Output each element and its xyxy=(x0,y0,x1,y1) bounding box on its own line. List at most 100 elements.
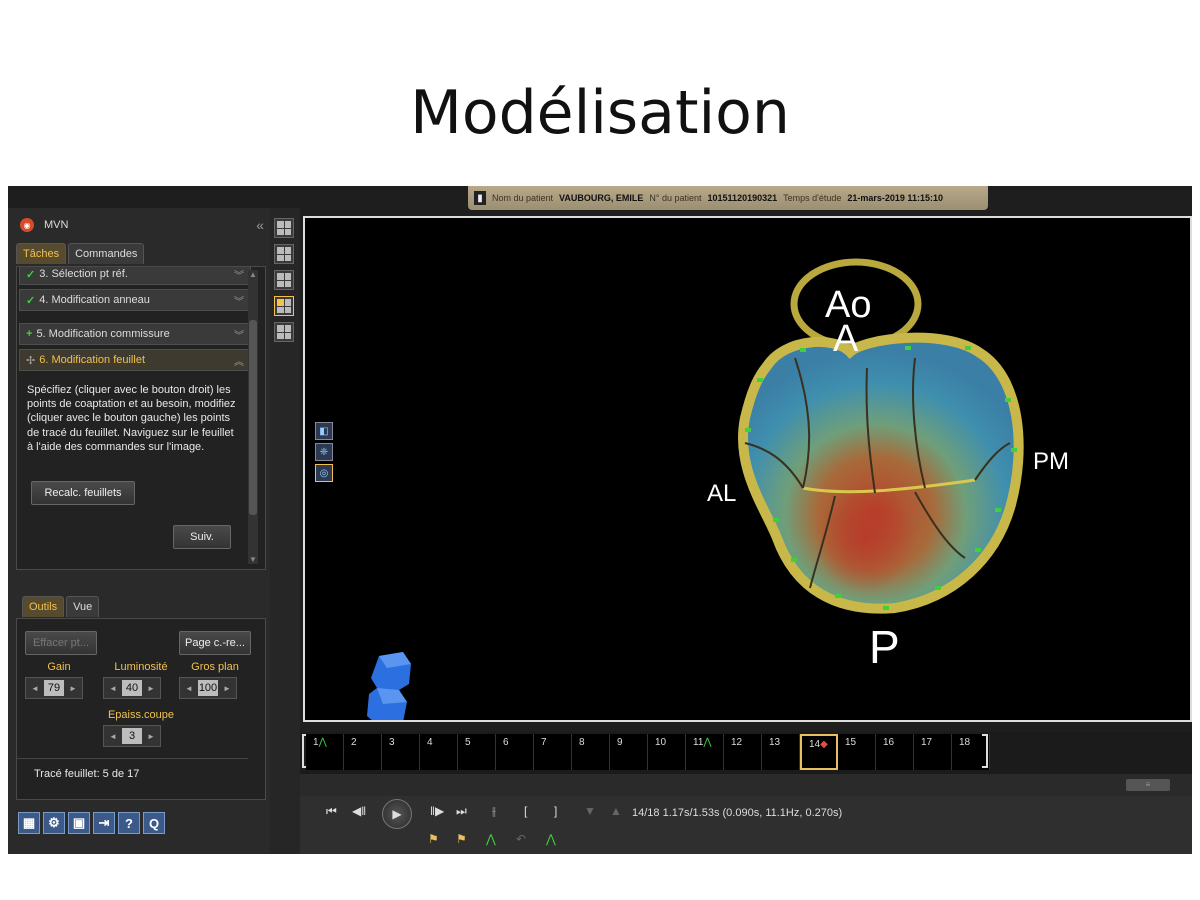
scroll-down-icon[interactable]: ▼ xyxy=(249,555,257,564)
patient-icon[interactable]: ▮ xyxy=(474,191,486,205)
tab-commandes[interactable]: Commandes xyxy=(68,243,145,264)
search-icon[interactable]: Q xyxy=(143,812,165,834)
layout-grid-icon[interactable] xyxy=(274,244,294,264)
gain-value[interactable]: 79 xyxy=(44,680,64,696)
next-frame-icon[interactable]: ‖▶ xyxy=(430,804,444,818)
frame-13[interactable]: 13 xyxy=(762,734,800,770)
increment-icon[interactable]: ► xyxy=(218,684,236,693)
table-icon[interactable] xyxy=(274,322,294,342)
panel-title: MVN xyxy=(44,219,69,231)
layout-single-icon[interactable] xyxy=(274,296,294,316)
next-button[interactable]: Suiv. xyxy=(173,525,231,549)
flag-end-icon[interactable]: ⚑ xyxy=(456,832,467,846)
gain-stepper[interactable]: ◄ 79 ► xyxy=(25,677,83,699)
frame-14[interactable]: 14◆ xyxy=(800,734,838,770)
frame-number: 2 xyxy=(351,737,357,748)
label-p: P xyxy=(869,621,900,673)
loop-icon[interactable]: ⫲ xyxy=(492,804,496,819)
decrement-icon[interactable]: ◄ xyxy=(104,684,122,693)
scrub-bar[interactable]: ≡ xyxy=(300,774,1192,796)
tasks-scrollbar[interactable]: ▲ ▼ xyxy=(248,270,258,564)
frame-number: 10 xyxy=(655,737,667,748)
layout-grid-icon[interactable] xyxy=(274,218,294,238)
help-icon[interactable]: ? xyxy=(118,812,140,834)
task-item-leaflet[interactable]: ✢ 6. Modification feuillet ︽ xyxy=(19,349,251,371)
undo-icon[interactable]: ↶ xyxy=(516,832,526,846)
frame-number: 15 xyxy=(845,737,857,748)
flag-start-icon[interactable]: ⚑ xyxy=(428,832,439,846)
frame-9[interactable]: 9 xyxy=(610,734,648,770)
frame-8[interactable]: 8 xyxy=(572,734,610,770)
brightness-stepper[interactable]: ◄ 40 ► xyxy=(103,677,161,699)
plus-icon: + xyxy=(26,328,33,340)
save-icon[interactable]: ▣ xyxy=(68,812,90,834)
frame-number: 9 xyxy=(617,737,623,748)
decrement-icon[interactable]: ◄ xyxy=(104,732,122,741)
settings-icon[interactable]: ⚙ xyxy=(43,812,65,834)
frame-17[interactable]: 17 xyxy=(914,734,952,770)
zoom-stepper[interactable]: ◄ 100 ► xyxy=(179,677,237,699)
mark-end-icon[interactable]: ] xyxy=(554,804,557,818)
increment-icon[interactable]: ► xyxy=(142,732,160,741)
film-icon[interactable]: ▦ xyxy=(18,812,40,834)
task-item-annulus[interactable]: ✓ 4. Modification anneau ︾ xyxy=(19,289,251,311)
tab-taches[interactable]: Tâches xyxy=(16,243,67,264)
mark-start-icon[interactable]: [ xyxy=(524,804,527,818)
thickness-stepper[interactable]: ◄ 3 ► xyxy=(103,725,161,747)
divider xyxy=(16,758,248,759)
thickness-value[interactable]: 3 xyxy=(122,728,142,744)
frame-4[interactable]: 4 xyxy=(420,734,458,770)
tab-outils[interactable]: Outils xyxy=(22,596,65,617)
down-arrow-icon[interactable]: ▼ xyxy=(584,804,596,818)
timeline-end-bracket[interactable] xyxy=(982,734,988,768)
play-button[interactable]: ▶ xyxy=(382,799,412,829)
frame-6[interactable]: 6 xyxy=(496,734,534,770)
recalc-leaflets-button[interactable]: Recalc. feuillets xyxy=(31,481,135,505)
layout-grid-icon[interactable] xyxy=(274,270,294,290)
first-frame-icon[interactable]: ⏮ xyxy=(326,804,337,819)
tab-vue[interactable]: Vue xyxy=(66,596,100,617)
page-button[interactable]: Page c.-re... xyxy=(179,631,251,655)
brightness-value[interactable]: 40 xyxy=(122,680,142,696)
frame-11[interactable]: 11⋀ xyxy=(686,734,724,770)
previous-frame-icon[interactable]: ◀‖ xyxy=(352,804,366,818)
frame-1[interactable]: 1⋀ xyxy=(306,734,344,770)
frame-7[interactable]: 7 xyxy=(534,734,572,770)
scroll-up-icon[interactable]: ▲ xyxy=(249,270,257,279)
increment-icon[interactable]: ► xyxy=(64,684,82,693)
task-item-selection[interactable]: ✓ 3. Sélection pt réf. ︾ xyxy=(19,267,251,285)
ecg-marker-icon[interactable]: ⋀ xyxy=(546,832,556,846)
up-arrow-icon[interactable]: ▲ xyxy=(610,804,622,818)
frame-number: 18 xyxy=(959,737,971,748)
3d-viewer[interactable]: ◧ ❈ ◎ Ao A PM AL P xyxy=(303,216,1192,722)
frame-3[interactable]: 3 xyxy=(382,734,420,770)
decrement-icon[interactable]: ◄ xyxy=(26,684,44,693)
ecg-icon[interactable]: ⋀ xyxy=(486,832,496,846)
left-panel: ◉ MVN « Tâches Commandes ✓ 3. Sélection … xyxy=(8,208,270,854)
frame-12[interactable]: 12 xyxy=(724,734,762,770)
label-a: A xyxy=(833,318,859,360)
move-icon: ✢ xyxy=(26,354,36,367)
zoom-value[interactable]: 100 xyxy=(198,680,218,696)
scroll-thumb[interactable] xyxy=(249,320,257,515)
last-frame-icon[interactable]: ⏭ xyxy=(456,804,467,819)
task-label: 3. Sélection pt réf. xyxy=(39,268,128,280)
expand-icon: ︾ xyxy=(234,330,244,342)
decrement-icon[interactable]: ◄ xyxy=(180,684,198,693)
frame-16[interactable]: 16 xyxy=(876,734,914,770)
erase-point-button[interactable]: Effacer pt... xyxy=(25,631,97,655)
expand-icon: ︾ xyxy=(234,296,244,308)
frame-15[interactable]: 15 xyxy=(838,734,876,770)
export-icon[interactable]: ⇥ xyxy=(93,812,115,834)
frame-10[interactable]: 10 xyxy=(648,734,686,770)
frame-5[interactable]: 5 xyxy=(458,734,496,770)
scrub-knob[interactable]: ≡ xyxy=(1126,779,1170,791)
frame-number: 4 xyxy=(427,737,433,748)
orientation-cube-icon[interactable] xyxy=(359,650,419,722)
increment-icon[interactable]: ► xyxy=(142,684,160,693)
tools-tabs: Outils Vue xyxy=(22,596,100,617)
task-label: 4. Modification anneau xyxy=(39,294,150,306)
task-item-commissure[interactable]: + 5. Modification commissure ︾ xyxy=(19,323,251,345)
frame-2[interactable]: 2 xyxy=(344,734,382,770)
collapse-panel-icon[interactable]: « xyxy=(256,217,264,233)
